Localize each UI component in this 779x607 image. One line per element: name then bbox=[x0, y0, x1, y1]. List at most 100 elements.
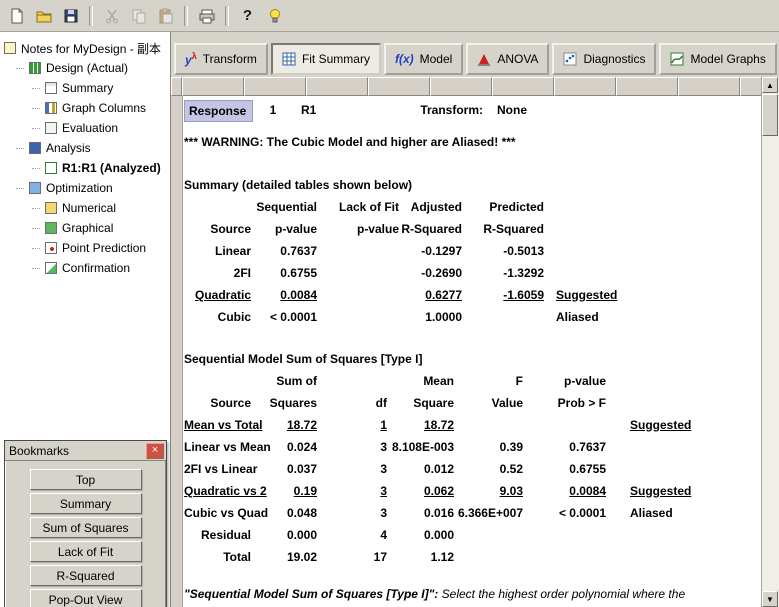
summary-row-cubic: Cubic < 0.0001 1.0000 Aliased bbox=[217, 310, 599, 324]
evaluation-icon bbox=[45, 122, 57, 134]
tree-item-evaluation[interactable]: Evaluation bbox=[0, 118, 170, 138]
bookmark-pop-out-view-button[interactable]: Pop-Out View bbox=[29, 589, 142, 607]
column-header-cell[interactable] bbox=[244, 77, 306, 96]
sequential-table-title: Sequential Model Sum of Squares [Type I] bbox=[184, 352, 423, 366]
tree-item-design-actual[interactable]: Design (Actual) bbox=[0, 58, 170, 78]
open-file-button[interactable] bbox=[31, 4, 56, 28]
tree-connector bbox=[32, 207, 40, 209]
tab-fit-summary[interactable]: Fit Summary bbox=[270, 43, 381, 75]
toolbar-separator bbox=[225, 5, 229, 26]
bookmark-sum-of-squares-button[interactable]: Sum of Squares bbox=[29, 517, 142, 538]
tree-item-optimization[interactable]: Optimization bbox=[0, 178, 170, 198]
paste-button[interactable] bbox=[153, 4, 178, 28]
footnote-rest: Select the highest order polynomial wher… bbox=[441, 587, 686, 601]
confirmation-icon bbox=[45, 262, 57, 274]
tab-model-graphs[interactable]: Model Graphs bbox=[659, 43, 777, 75]
tab-model[interactable]: f(x) Model bbox=[383, 43, 464, 75]
tree-item-graph-columns[interactable]: Graph Columns bbox=[0, 98, 170, 118]
sequential-header-top: Sum of Mean F p-value bbox=[276, 374, 606, 388]
fit-summary-table-icon bbox=[282, 52, 296, 66]
print-icon bbox=[199, 9, 214, 23]
help-button[interactable]: ? bbox=[235, 4, 260, 28]
sequential-footnote: "Sequential Model Sum of Squares [Type I… bbox=[184, 586, 762, 602]
save-button[interactable] bbox=[58, 4, 83, 28]
bookmark-top-button[interactable]: Top bbox=[29, 469, 142, 490]
scrollbar-thumb[interactable] bbox=[762, 94, 778, 136]
summary-row-2fi: 2FI 0.6755 -0.2690 -1.3292 bbox=[233, 266, 544, 280]
bookmarks-titlebar[interactable]: Bookmarks × bbox=[5, 441, 166, 461]
design-expert-window: ? Notes for MyDesign - 副本 Design (Actual… bbox=[0, 0, 779, 607]
print-button[interactable] bbox=[194, 4, 219, 28]
graphical-icon bbox=[45, 222, 57, 234]
toolbar: ? bbox=[0, 0, 779, 32]
tree-item-confirmation[interactable]: Confirmation bbox=[0, 258, 170, 278]
bookmark-lack-of-fit-button[interactable]: Lack of Fit bbox=[29, 541, 142, 562]
close-icon[interactable]: × bbox=[146, 442, 164, 459]
corner-header-cell bbox=[171, 77, 182, 96]
row-header-strip bbox=[171, 96, 183, 607]
fx-icon: f(x) bbox=[394, 52, 414, 66]
graph-columns-icon bbox=[45, 102, 57, 114]
aliased-warning: *** WARNING: The Cubic Model and higher … bbox=[184, 135, 516, 149]
sequential-row-total: Total 19.02 17 1.12 bbox=[223, 550, 454, 564]
tips-button[interactable] bbox=[262, 4, 287, 28]
tree-item-label: Summary bbox=[62, 81, 114, 95]
column-header-cell[interactable] bbox=[182, 77, 244, 96]
tree-connector bbox=[32, 167, 40, 169]
sequential-header-bottom: Source Squares df Square Value Prob > F bbox=[210, 396, 606, 410]
scroll-down-button[interactable]: ▼ bbox=[762, 591, 778, 607]
numerical-icon bbox=[45, 202, 57, 214]
toolbar-separator bbox=[89, 5, 93, 26]
cut-button[interactable] bbox=[99, 4, 124, 28]
response-label-cell[interactable]: Response bbox=[184, 100, 253, 122]
tree-item-label: Point Prediction bbox=[62, 241, 147, 255]
sequential-row-2fi-vs-linear: 2FI vs Linear 0.037 3 0.012 0.52 0.6755 bbox=[184, 462, 606, 476]
tree-item-analysis[interactable]: Analysis bbox=[0, 138, 170, 158]
tree-connector bbox=[32, 127, 40, 129]
column-header-cell[interactable] bbox=[430, 77, 492, 96]
tab-anova[interactable]: ANOVA bbox=[466, 43, 550, 75]
tree-item-summary[interactable]: Summary bbox=[0, 78, 170, 98]
new-document-button[interactable] bbox=[4, 4, 29, 28]
bookmark-summary-button[interactable]: Summary bbox=[29, 493, 142, 514]
summary-row-quadratic: Quadratic 0.0084 0.6277 -1.6059 Suggeste… bbox=[194, 288, 618, 302]
tree-item-point-prediction[interactable]: Point Prediction bbox=[0, 238, 170, 258]
scroll-up-button[interactable]: ▲ bbox=[762, 77, 778, 93]
tree-connector bbox=[32, 267, 40, 269]
tree-connector bbox=[32, 107, 40, 109]
lightbulb-icon bbox=[269, 8, 280, 22]
tree-item-numerical[interactable]: Numerical bbox=[0, 198, 170, 218]
tab-diagnostics[interactable]: Diagnostics bbox=[552, 43, 657, 75]
tree-item-label: Confirmation bbox=[62, 261, 131, 275]
tab-label: Model Graphs bbox=[690, 52, 766, 66]
tree-item-notes[interactable]: Notes for MyDesign - 副本 bbox=[0, 38, 170, 58]
vertical-scrollbar[interactable]: ▲ ▼ bbox=[761, 77, 779, 607]
copy-icon bbox=[132, 9, 145, 23]
column-header-cell[interactable] bbox=[492, 77, 554, 96]
tab-transform[interactable]: yλ Transform bbox=[174, 43, 268, 75]
response-number[interactable]: 1 bbox=[253, 100, 293, 122]
analysis-tabbar: yλ Transform Fit Summary f(x) Model ANOV… bbox=[174, 32, 777, 79]
bookmark-r-squared-button[interactable]: R-Squared bbox=[29, 565, 142, 586]
summary-row-linear: Linear 0.7637 -0.1297 -0.5013 bbox=[214, 244, 544, 258]
column-header-cell[interactable] bbox=[554, 77, 616, 96]
new-document-icon bbox=[11, 8, 22, 23]
tree-item-label: R1:R1 (Analyzed) bbox=[62, 161, 161, 175]
transform-label: Transform: bbox=[420, 103, 483, 117]
tab-label: ANOVA bbox=[497, 52, 539, 66]
transform-value: None bbox=[497, 103, 527, 117]
save-icon bbox=[64, 9, 77, 22]
tree-item-r1-analyzed[interactable]: R1:R1 (Analyzed) bbox=[0, 158, 170, 178]
column-header-cell[interactable] bbox=[678, 77, 740, 96]
column-header-cell[interactable] bbox=[616, 77, 678, 96]
optimization-icon bbox=[29, 182, 41, 194]
bookmarks-palette: Bookmarks × Top Summary Sum of Squares L… bbox=[4, 440, 167, 607]
tab-label: Fit Summary bbox=[301, 52, 370, 66]
column-header-cell[interactable] bbox=[368, 77, 430, 96]
tree-item-graphical[interactable]: Graphical bbox=[0, 218, 170, 238]
column-header-cell[interactable] bbox=[306, 77, 368, 96]
copy-button[interactable] bbox=[126, 4, 151, 28]
report-body: Response 1 R1 Transform: None *** WARNIN… bbox=[171, 96, 762, 607]
tree-connector bbox=[16, 67, 24, 69]
column-header-cell[interactable] bbox=[740, 77, 762, 96]
